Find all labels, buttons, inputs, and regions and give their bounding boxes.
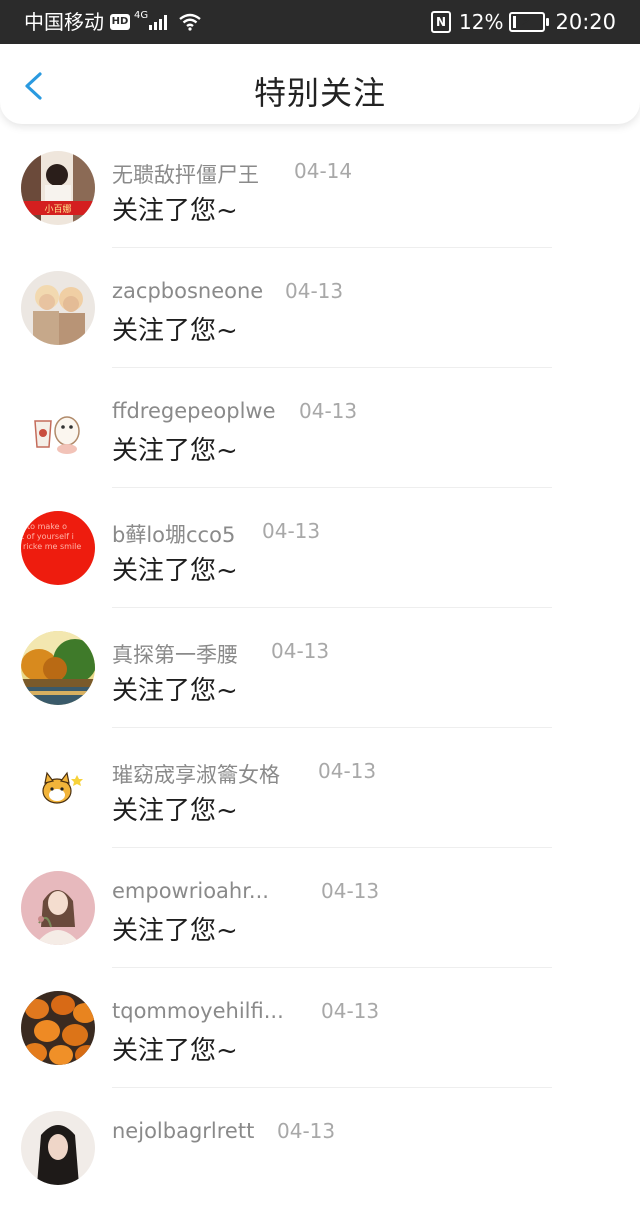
user-name[interactable]: ffdregepeoplwe	[112, 399, 276, 423]
clock: 20:20	[555, 10, 616, 34]
nfc-icon: N	[431, 11, 452, 33]
user-name[interactable]: 无聩敌抨僵尸王	[112, 159, 259, 189]
list-item[interactable]: zacpbosneone 04-13 关注了您~	[0, 248, 640, 368]
user-name[interactable]: tqommoyehilfi...	[112, 999, 284, 1023]
page-title: 特别关注	[253, 74, 386, 112]
list-item[interactable]: 真探第一季腰 04-13 关注了您~	[0, 608, 640, 728]
notification-date: 04-13	[299, 399, 358, 423]
user-name[interactable]: 璀窈宬享淑籥女格	[112, 759, 280, 789]
list-item[interactable]: to make o t of yourself i ricke me smile…	[0, 488, 640, 608]
signal-icon	[149, 14, 169, 30]
avatar[interactable]: to make o t of yourself i ricke me smile	[21, 511, 95, 585]
status-bar: 中国移动 HD 4G N 12% ⚡ 20:20	[0, 0, 640, 44]
user-name[interactable]: 真探第一季腰	[112, 639, 238, 669]
hd-badge: HD	[110, 14, 130, 30]
battery-level-fill	[513, 16, 517, 28]
notification-message: 关注了您~	[112, 556, 238, 586]
status-bar-left: 中国移动 HD 4G	[24, 10, 201, 34]
avatar-caption: ricke me smile	[23, 542, 81, 551]
network-type-label: 4G	[134, 10, 149, 21]
list-item[interactable]: 璀窈宬享淑籥女格 04-13 关注了您~	[0, 728, 640, 848]
notification-date: 04-14	[294, 159, 353, 183]
avatar[interactable]	[21, 631, 95, 705]
status-bar-right: N 12% ⚡ 20:20	[431, 10, 616, 34]
avatar-caption: to make o	[27, 522, 67, 531]
user-name[interactable]: empowrioahr...	[112, 879, 269, 903]
notification-date: 04-13	[285, 279, 344, 303]
wifi-icon	[179, 13, 201, 31]
user-name[interactable]: zacpbosneone	[112, 279, 263, 303]
charging-bolt-icon: ⚡	[521, 14, 531, 29]
notification-message: 关注了您~	[112, 316, 238, 346]
avatar[interactable]: 小百娜	[21, 151, 95, 225]
list-item[interactable]: tqommoyehilfi... 04-13 关注了您~	[0, 968, 640, 1088]
battery-icon: ⚡	[509, 12, 550, 32]
avatar-caption: t of yourself i	[21, 532, 74, 541]
list-item[interactable]: ffdregepeoplwe 04-13 关注了您~	[0, 368, 640, 488]
carrier-label: 中国移动	[24, 10, 104, 34]
avatar[interactable]	[21, 271, 95, 345]
avatar[interactable]	[21, 751, 95, 825]
avatar[interactable]	[21, 391, 95, 465]
avatar[interactable]	[21, 871, 95, 945]
notification-message: 关注了您~	[112, 676, 238, 706]
list-item[interactable]: empowrioahr... 04-13 关注了您~	[0, 848, 640, 968]
notification-message: 关注了您~	[112, 196, 238, 226]
user-name[interactable]: nejolbagrlrett	[112, 1119, 254, 1143]
avatar-caption: 小百娜	[44, 203, 71, 215]
notification-date: 04-13	[271, 639, 330, 663]
notification-message: 关注了您~	[112, 916, 238, 946]
notification-list: 小百娜 无聩敌抨僵尸王 04-14 关注了您~ zacpbosneone 04-…	[0, 128, 640, 1208]
list-item[interactable]: 小百娜 无聩敌抨僵尸王 04-14 关注了您~	[0, 128, 640, 248]
notification-date: 04-13	[321, 879, 380, 903]
notification-message: 关注了您~	[112, 1036, 238, 1066]
notification-message: 关注了您~	[112, 436, 238, 466]
avatar[interactable]	[21, 1111, 95, 1185]
notification-message: 关注了您~	[112, 796, 238, 826]
notification-date: 04-13	[262, 519, 321, 543]
notification-date: 04-13	[321, 999, 380, 1023]
battery-percent: 12%	[459, 10, 504, 34]
header-bar: 特别关注	[0, 44, 640, 124]
notification-date: 04-13	[318, 759, 377, 783]
avatar[interactable]	[21, 991, 95, 1065]
notification-date: 04-13	[277, 1119, 336, 1143]
list-item[interactable]: nejolbagrlrett 04-13	[0, 1088, 640, 1208]
user-name[interactable]: b藓lo堋cco5	[112, 519, 235, 549]
